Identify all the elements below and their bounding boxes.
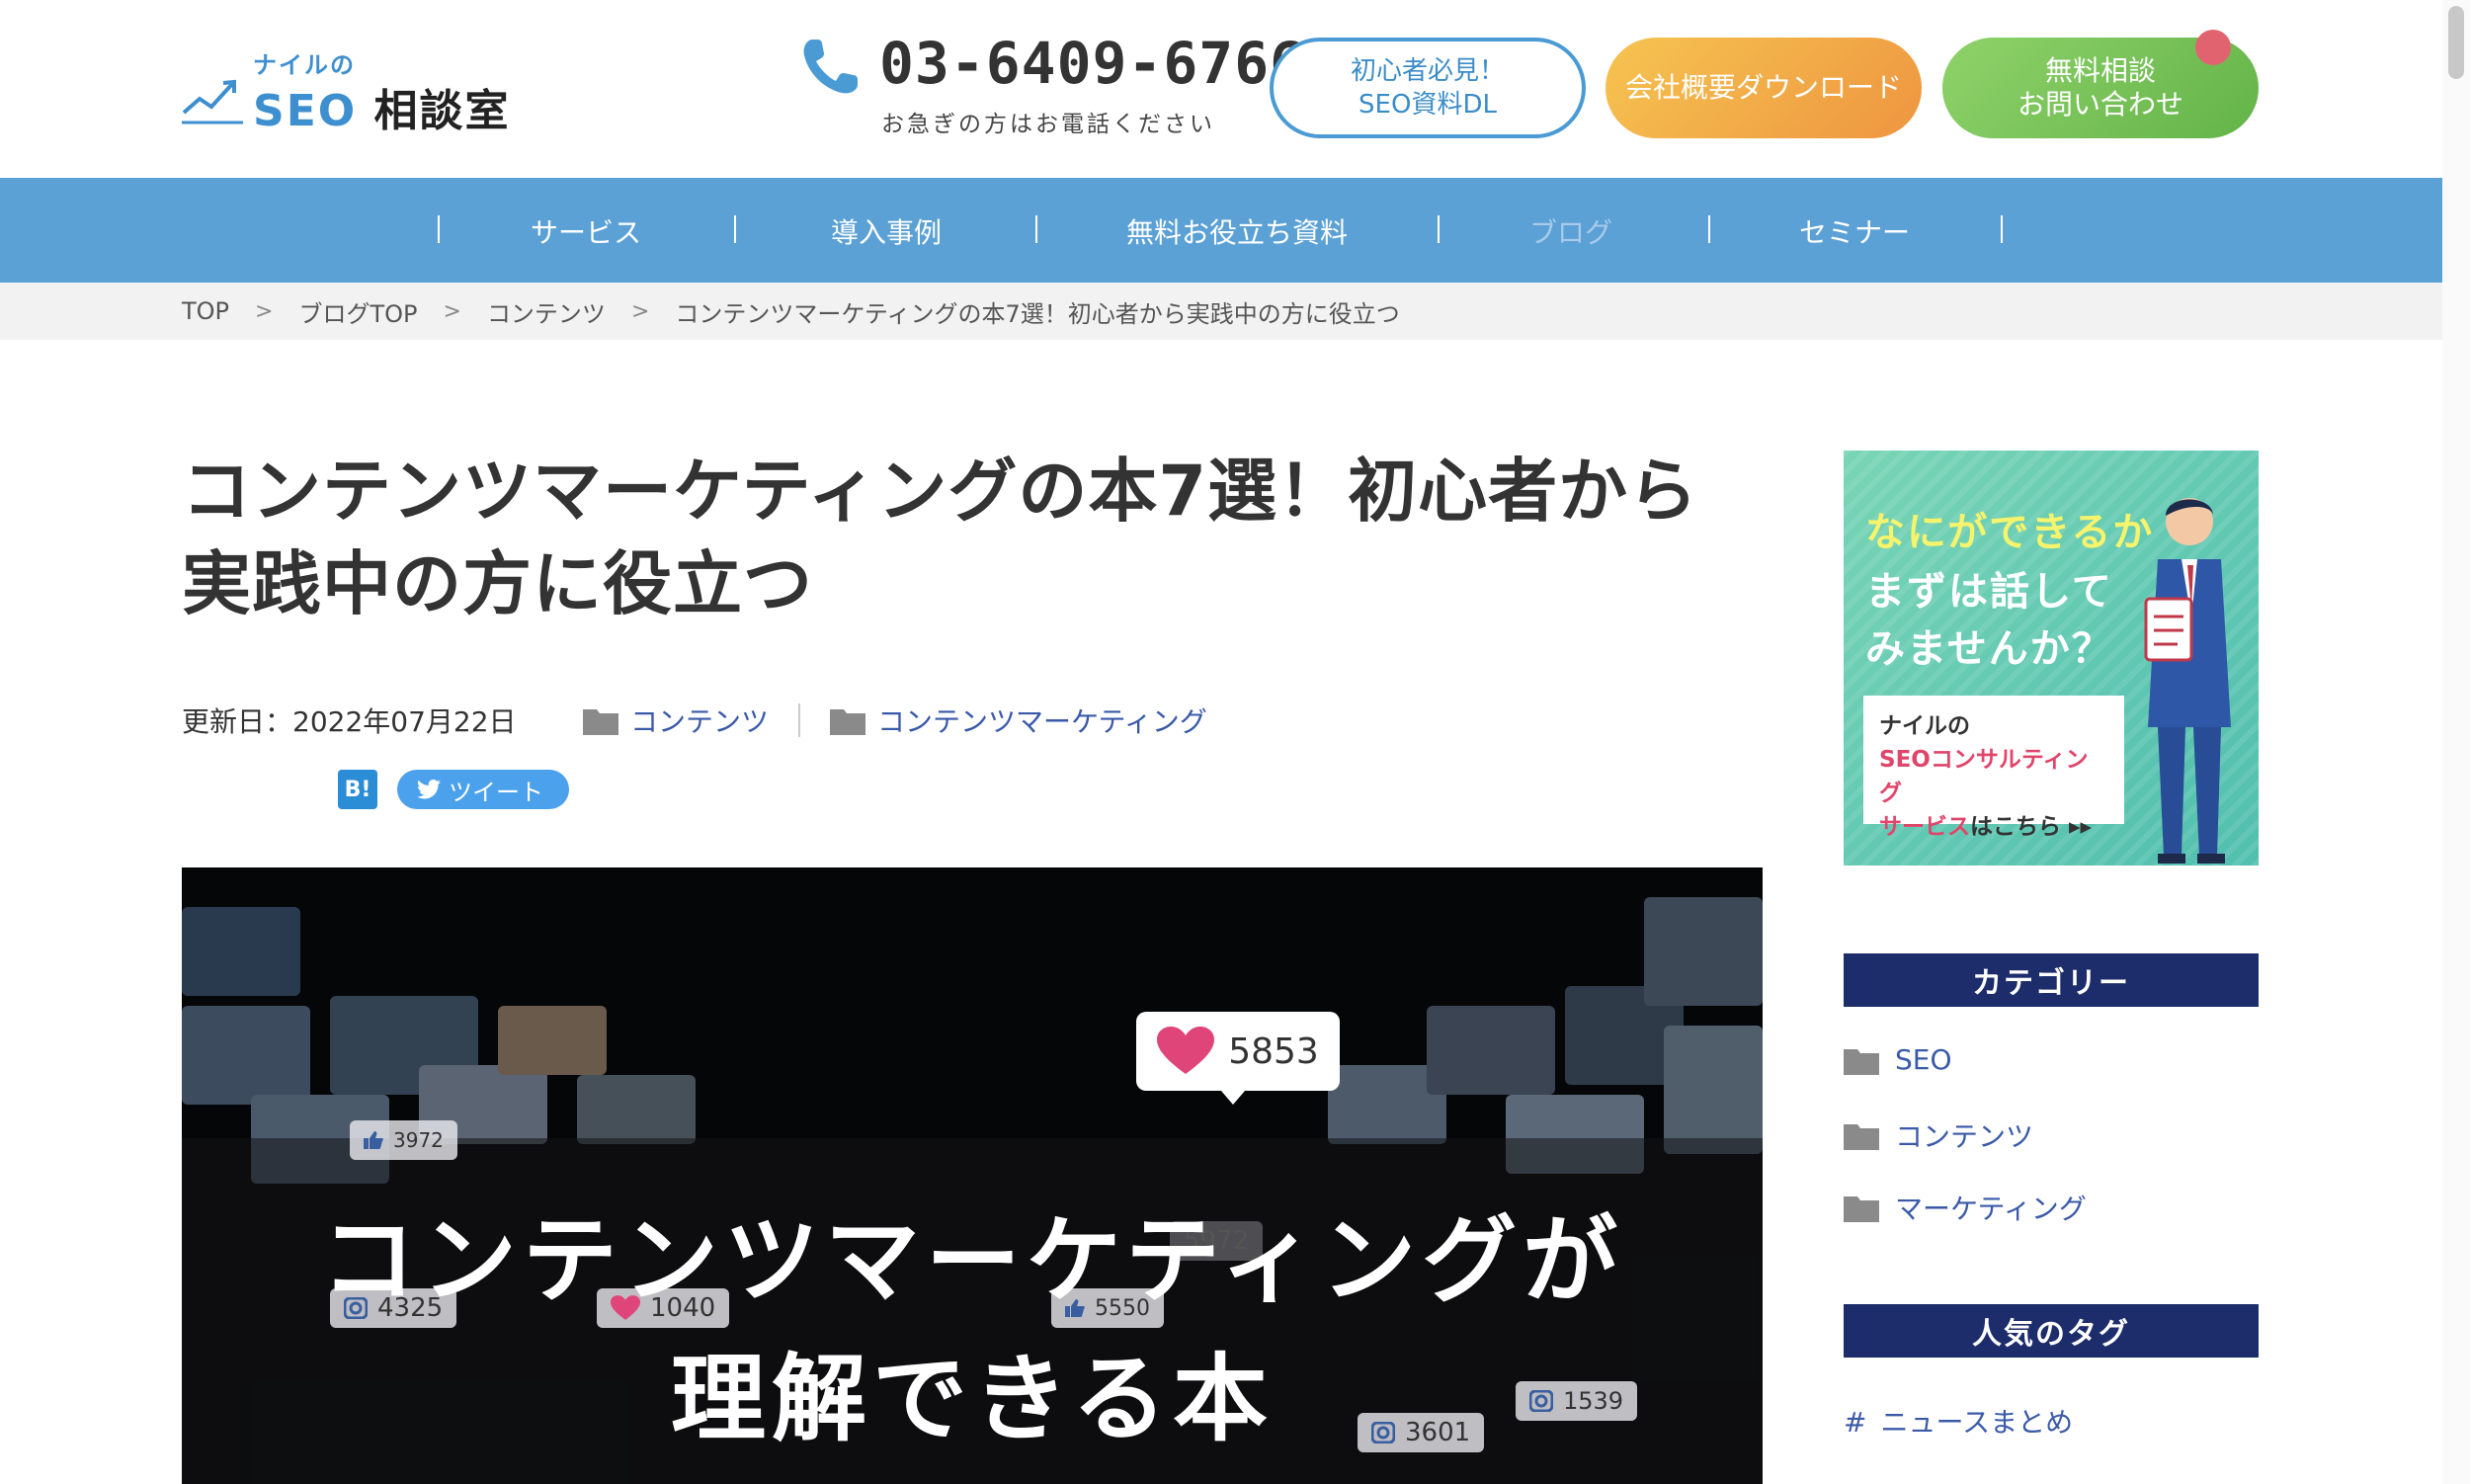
businessman-illustration <box>2144 498 2231 864</box>
breadcrumb-contents[interactable]: コンテンツ <box>487 294 606 329</box>
page-scrollbar[interactable] <box>2442 0 2470 1484</box>
sidebar-category-label: コンテンツ <box>1895 1120 2034 1153</box>
like-bubble: 5853 <box>1136 1012 1340 1105</box>
hero-headline-line2: 理解できる本 <box>670 1344 1275 1454</box>
screen-tile <box>1644 897 1763 1006</box>
sidebar-category-contents[interactable]: コンテンツ <box>1844 1115 2033 1155</box>
banner-card-line1: ナイルの <box>1879 713 1970 739</box>
screen-tile <box>1427 1006 1555 1095</box>
screen-tile <box>1664 1026 1763 1154</box>
popular-tags-heading: 人気のタグ <box>1844 1304 2259 1358</box>
hero-headline-line1: コンテンツマーケティングが <box>320 1205 1624 1316</box>
stat-chip: 3972 <box>350 1120 457 1160</box>
company-overview-download-button[interactable]: 会社概要ダウンロード <box>1606 38 1922 138</box>
site-header: ナイルの SEO 相談室 03-6409-6766 お急ぎの方はお電話ください … <box>0 0 2470 178</box>
updated-date: 更新日：2022年07月22日 <box>182 705 517 738</box>
banner-headline-1: なにができるか <box>1865 510 2155 555</box>
like-count: 5853 <box>1228 1031 1319 1072</box>
screen-tile <box>498 1006 607 1075</box>
tag-label: ニュースまとめ <box>1880 1406 2074 1439</box>
banner-card-line3: サービスはこちら ▸▸ <box>1879 810 2108 844</box>
breadcrumb-blog-top[interactable]: ブログTOP <box>298 294 417 329</box>
tag-news-summary[interactable]: # ニュースまとめ <box>1844 1401 2073 1441</box>
tweet-label: ツイート <box>449 778 543 806</box>
banner-headline-2: まずは話して <box>1865 569 2113 615</box>
heart-icon <box>1157 1027 1215 1074</box>
category-label: コンテンツ <box>630 705 770 738</box>
hash-icon: # <box>1844 1406 1867 1439</box>
nav-item-case-studies[interactable]: 導入事例 <box>831 211 942 251</box>
breadcrumb-top[interactable]: TOP <box>182 297 229 325</box>
meta-divider <box>798 703 801 737</box>
nav-item-blog[interactable]: ブログ <box>1529 211 1612 251</box>
screen-tile <box>577 1075 696 1144</box>
nav-item-services[interactable]: サービス <box>531 211 641 251</box>
scrollbar-thumb[interactable] <box>2448 6 2464 79</box>
tweet-button[interactable]: ツイート <box>397 770 569 809</box>
phone-note: お急ぎの方はお電話ください <box>881 112 1215 137</box>
breadcrumb-separator: > <box>255 298 274 324</box>
seo-button-line2: SEO資料DL <box>1358 90 1497 120</box>
thumbs-up-icon <box>364 1131 383 1149</box>
category-label: コンテンツマーケティング <box>877 705 1207 738</box>
nav-item-free-resources[interactable]: 無料お役立ち資料 <box>1126 211 1348 251</box>
nav-divider <box>1438 215 1440 243</box>
breadcrumb-separator: > <box>443 298 461 324</box>
banner-card: ナイルの SEOコンサルティング サービスはこちら ▸▸ <box>1863 696 2124 840</box>
nav-item-seminars[interactable]: セミナー <box>1799 211 1910 251</box>
sidebar-category-label: マーケティング <box>1895 1193 2087 1225</box>
hero-image: 5853 3972 5972 4325 1040 5550 1539 3601 … <box>182 867 1763 1484</box>
company-button-label: 会社概要ダウンロード <box>1624 71 1902 104</box>
logo-room: 相談室 <box>373 86 511 136</box>
nav-divider <box>1035 215 1037 243</box>
contact-button-line1: 無料相談 <box>2044 54 2156 87</box>
folder-icon <box>1844 1196 1879 1222</box>
phone-number[interactable]: 03-6409-6766 <box>879 30 1305 97</box>
categories-heading: カテゴリー <box>1844 953 2259 1007</box>
sidebar-category-label: SEO <box>1895 1043 1952 1076</box>
nav-divider <box>734 215 736 243</box>
sidebar-category-seo[interactable]: SEO <box>1844 1043 1952 1076</box>
article-title: コンテンツマーケティングの本7選！初心者から実践中の方に役立つ <box>182 451 1699 624</box>
banner-card-line2: SEOコンサルティング <box>1879 747 2089 806</box>
folder-icon <box>1844 1048 1879 1075</box>
stat-value: 3972 <box>393 1128 444 1152</box>
phone-contact[interactable]: 03-6409-6766 お急ぎの方はお電話ください <box>798 30 1304 138</box>
breadcrumb-current: コンテンツマーケティングの本7選！初心者から実践中の方に役立つ <box>675 299 1400 328</box>
nav-divider <box>1708 215 1710 243</box>
banner-card-service: サービス <box>1879 814 1970 840</box>
logo-seo: SEO <box>253 86 358 136</box>
folder-icon <box>830 709 866 735</box>
seo-button-line1: 初心者必見！ <box>1350 56 1505 86</box>
twitter-bird-icon <box>417 780 441 799</box>
banner-headline-3: みませんか？ <box>1865 626 2113 672</box>
seo-document-download-button[interactable]: 初心者必見！ SEO資料DL <box>1270 38 1586 138</box>
phone-icon <box>803 40 858 94</box>
seo-consulting-banner[interactable]: なにができるか まずは話して みませんか？ ナイルの SEOコンサルティング サ… <box>1844 451 2259 866</box>
article-meta: 更新日：2022年07月22日 コンテンツ コンテンツマーケティング <box>182 700 1207 741</box>
chart-icon <box>182 79 243 124</box>
breadcrumb-separator: > <box>630 298 650 324</box>
sidebar-category-marketing[interactable]: マーケティング <box>1844 1188 2087 1227</box>
category-link-contents[interactable]: コンテンツ <box>583 701 769 740</box>
screen-tile <box>182 1006 310 1105</box>
site-logo[interactable]: ナイルの SEO 相談室 <box>182 45 508 136</box>
banner-card-here: はこちら ▸▸ <box>1970 814 2093 840</box>
folder-icon <box>1844 1124 1879 1150</box>
logo-text: SEO 相談室 <box>253 75 510 138</box>
share-buttons: B! ツイート <box>338 769 569 810</box>
screen-tile <box>182 907 300 996</box>
nav-divider <box>2001 215 2003 243</box>
breadcrumb: TOP > ブログTOP > コンテンツ > コンテンツマーケティングの本7選！… <box>0 283 2470 340</box>
folder-icon <box>583 709 618 735</box>
global-nav: サービス 導入事例 無料お役立ち資料 ブログ セミナー <box>0 178 2470 283</box>
category-link-content-marketing[interactable]: コンテンツマーケティング <box>830 701 1207 740</box>
contact-button-line2: お問い合わせ <box>2017 88 2183 121</box>
nav-divider <box>438 215 440 243</box>
hatena-bookmark-button[interactable]: B! <box>338 770 377 809</box>
notification-dot <box>2195 30 2231 65</box>
